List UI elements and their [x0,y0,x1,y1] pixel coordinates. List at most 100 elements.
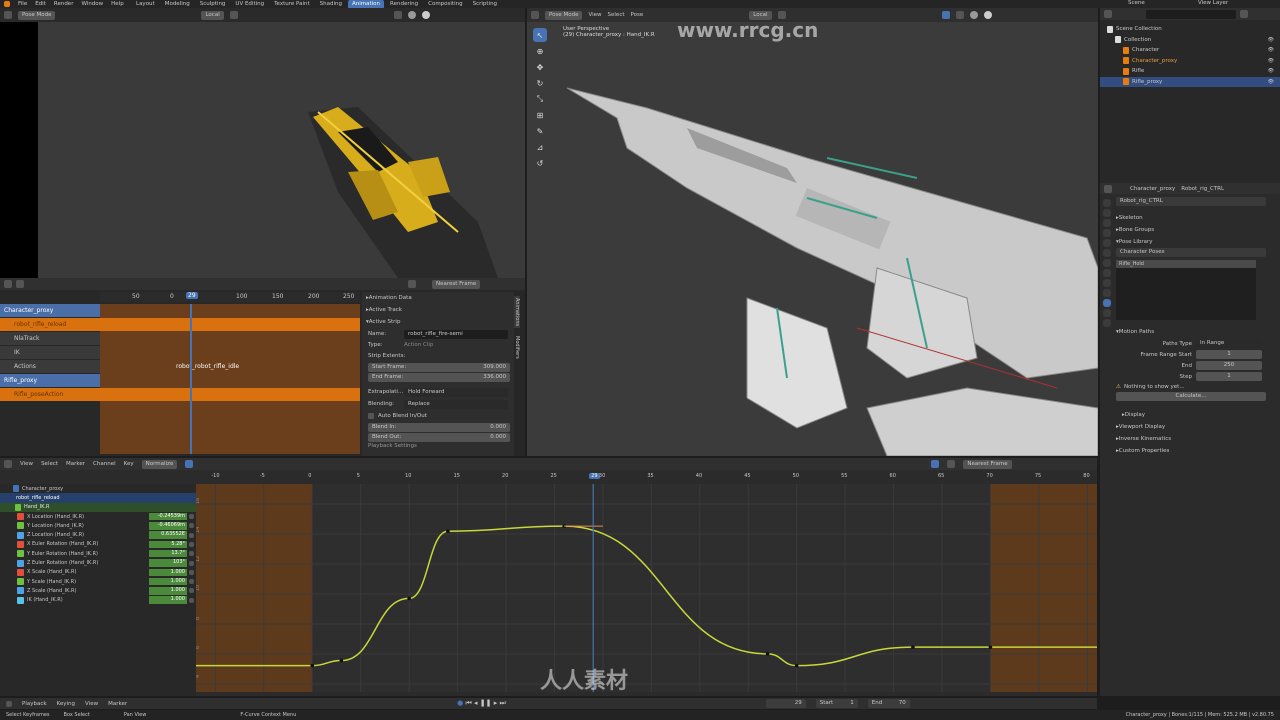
shading-solid-icon[interactable] [407,11,416,19]
move-tool-icon[interactable]: ✥ [533,60,547,74]
timeline-editor-icon[interactable] [6,700,12,707]
range-end-field[interactable]: 250 [1196,361,1262,370]
shading-solid-icon[interactable] [969,11,978,19]
editor-type-icon[interactable] [4,280,12,288]
panel-skeleton[interactable]: ▸ Skeleton [1116,212,1276,224]
channel-row[interactable]: X Scale (Hand_IK.R) 1.000 [0,568,196,577]
channel-action[interactable]: robot_rifle_reload [0,493,196,503]
tab-modifiers[interactable]: Modifiers [514,334,520,361]
channel-visibility-icon[interactable] [189,579,194,585]
channel-visibility-icon[interactable] [189,560,194,566]
modifier-tab-icon[interactable] [1103,269,1111,277]
graph-curve-canvas[interactable]: 16 14 12 10 8 6 4 [195,484,1097,692]
shading-material-icon[interactable] [421,11,430,19]
tab-animations[interactable]: Animations [514,296,520,329]
end-frame-field[interactable]: End 70 [867,699,910,708]
nla-track-character-proxy[interactable]: Character_proxy [0,304,100,317]
extrapolation-select[interactable]: Hold Forward [404,387,508,397]
menu-file[interactable]: File [18,1,27,7]
channel-value-field[interactable]: 0.63552E [149,531,187,539]
bone-tool-icon[interactable]: ↺ [533,156,547,170]
channel-visibility-icon[interactable] [189,532,194,538]
nla-track-rifle-proxy[interactable]: Rifle_proxy [0,374,100,387]
channel-row[interactable]: X Euler Rotation (Hand_IK.R) 5.28° [0,540,196,549]
outliner-item[interactable]: Rifle 👁 [1100,66,1280,77]
nla-track-reload-action[interactable]: robot_rifle_reload [0,318,100,331]
channel-row[interactable]: Y Euler Rotation (Hand_IK.R) 13.7° [0,549,196,558]
cursor-tool-icon[interactable]: ⊕ [533,44,547,58]
channel-row[interactable]: Z Location (Hand_IK.R) 0.63552E [0,530,196,539]
scene-tab-icon[interactable] [1103,239,1111,247]
editor-type-icon[interactable] [1104,10,1112,18]
graph-menu-marker[interactable]: Marker [66,461,85,467]
outliner-scene-collection[interactable]: Scene Collection [1100,24,1280,35]
calculate-button[interactable]: Calculate... [1116,392,1266,401]
constraint-tab-icon[interactable] [1103,289,1111,297]
graph-snap-select[interactable]: Nearest Frame [963,459,1012,469]
viewport-3d[interactable]: Pose Mode View Select Pose Local ↖ ⊕ ✥ ↻… [527,8,1098,456]
bone-tab-icon[interactable] [1103,309,1111,317]
nla-track-ik[interactable]: IK [0,346,100,359]
outliner-item[interactable]: Character_proxy 👁 [1100,56,1280,67]
nla-track-actions[interactable]: Actions [0,360,100,373]
playback-settings-label[interactable]: Playback Settings [362,442,514,450]
timeline-menu-view[interactable]: View [85,701,98,707]
physics-tab-icon[interactable] [1103,279,1111,287]
nla-strip-area[interactable]: robot_robot_rifle_idle [100,304,360,454]
next-key-icon[interactable]: ▸ [494,699,498,707]
panel-pose-library[interactable]: ▾ Pose Library [1116,236,1276,248]
channel-value-field[interactable]: -0.24539m [149,512,187,521]
channel-visibility-icon[interactable] [189,551,194,557]
rotate-tool-icon[interactable]: ↻ [533,76,547,90]
menu-help[interactable]: Help [111,1,124,7]
timeline-menu-playback[interactable]: Playback [22,701,47,707]
shading-material-icon[interactable] [983,11,992,19]
menu-render[interactable]: Render [54,1,74,7]
blending-select[interactable]: Replace [404,399,508,409]
mode-select[interactable]: Pose Mode [18,10,56,20]
world-tab-icon[interactable] [1103,249,1111,257]
channel-value-field[interactable]: 1.000 [149,577,187,586]
outliner-item[interactable]: Collection 👁 [1100,35,1280,46]
outliner-item[interactable]: Character 👁 [1100,45,1280,56]
panel-active-track[interactable]: ▸ Active Track [362,304,514,316]
graph-menu-channel[interactable]: Channel [93,461,116,467]
visibility-eye-icon[interactable]: 👁 [1268,47,1280,53]
step-field[interactable]: 1 [1196,372,1262,381]
strip-start-field[interactable]: Start Frame: 309.000 [368,362,510,372]
bone-constraint-tab-icon[interactable] [1103,319,1111,327]
render-tab-icon[interactable] [1103,209,1111,217]
channel-value-field[interactable]: 1.000 [149,587,187,595]
armature-data-field[interactable]: Robot_rig_CTRL [1116,197,1266,206]
armature-data-tab-icon[interactable] [1103,299,1111,307]
channel-row[interactable]: Y Scale (Hand_IK.R) 1.000 [0,577,196,586]
view-layer-tab-icon[interactable] [1103,229,1111,237]
scene-selector[interactable]: Scene [1128,0,1145,6]
view-layer-selector[interactable]: View Layer [1198,0,1228,6]
channel-value-field[interactable]: 1.000 [149,568,187,577]
strip-end-field[interactable]: End Frame: 336.000 [368,372,510,382]
visibility-eye-icon[interactable]: 👁 [1268,79,1280,85]
annotate-tool-icon[interactable]: ✎ [533,124,547,138]
menu-edit[interactable]: Edit [35,1,46,7]
blend-in-field[interactable]: Blend In: 0.000 [368,422,510,432]
timeline-menu-keying[interactable]: Keying [57,701,75,707]
nla-snap-select[interactable]: Nearest Frame [432,279,481,289]
viewport-menu-pose[interactable]: Pose [631,12,644,18]
strip-name-field[interactable]: robot_rifle_fire-semi [404,329,508,339]
menu-icon[interactable] [16,280,24,288]
nla-strip[interactable]: robot_robot_rifle_idle [176,360,286,373]
current-frame-field[interactable]: 29 [765,699,806,708]
timeline-menu-marker[interactable]: Marker [108,701,127,707]
blend-out-field[interactable]: Blend Out: 0.000 [368,432,510,442]
play-icon[interactable]: ❚❚ [480,699,492,707]
channel-row[interactable]: X Location (Hand_IK.R) -0.24539m [0,512,196,521]
channel-group[interactable]: Hand_IK.R [0,502,196,512]
graph-menu-view[interactable]: View [20,461,33,467]
viewport-menu-select[interactable]: Select [608,12,625,18]
output-tab-icon[interactable] [1103,219,1111,227]
channel-value-field[interactable]: 1.000 [149,596,187,604]
panel-active-strip[interactable]: ▾ Active Strip [362,316,514,328]
pivot-icon[interactable] [947,460,956,468]
gizmo-icon[interactable] [941,11,950,19]
